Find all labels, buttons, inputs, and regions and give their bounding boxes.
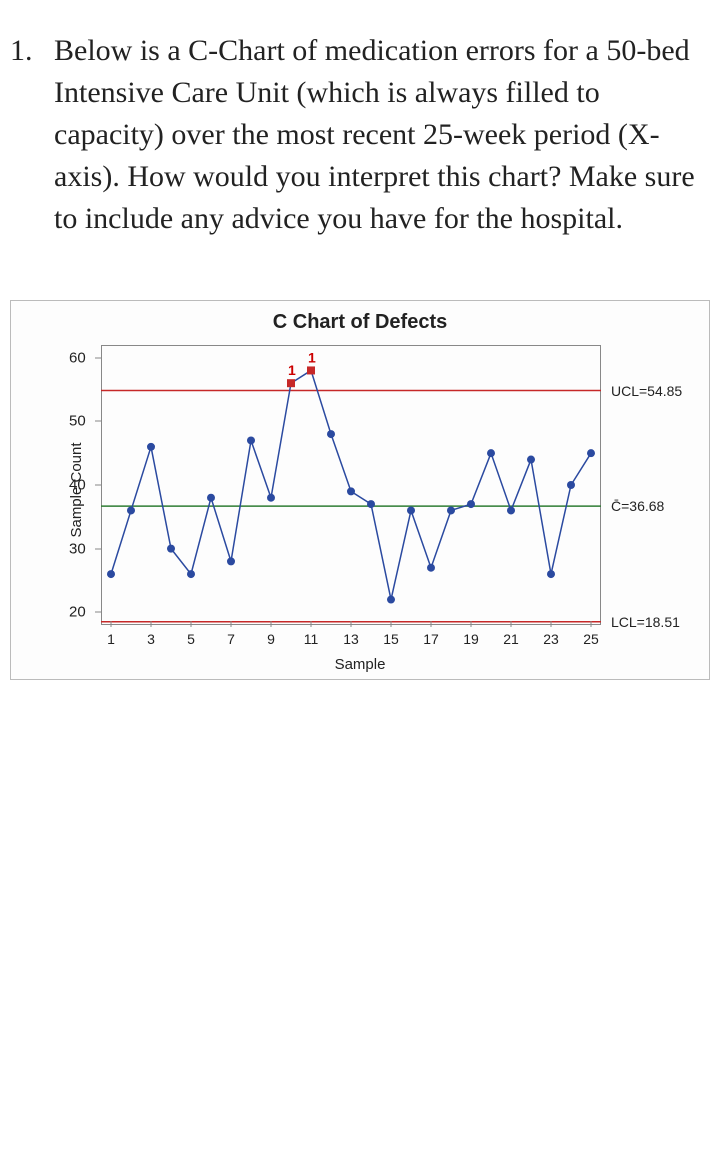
x-tick-label: 19	[463, 631, 479, 647]
x-tick-label: 11	[304, 631, 319, 647]
x-tick-label: 15	[383, 631, 399, 647]
y-tick-label: 60	[69, 349, 86, 366]
plot-area: 11	[101, 345, 601, 625]
x-tick-mark	[271, 621, 272, 627]
y-tick-mark	[95, 357, 101, 358]
outlier-point	[287, 379, 295, 387]
data-point	[587, 449, 595, 457]
x-tick-label: 7	[227, 631, 235, 647]
data-point	[127, 506, 135, 514]
y-tick-label: 30	[69, 540, 86, 557]
data-point	[167, 545, 175, 553]
question-number: 1.	[10, 30, 54, 240]
x-tick-mark	[111, 621, 112, 627]
chart-title: C Chart of Defects	[11, 301, 709, 344]
outlier-flag: 1	[308, 349, 316, 365]
data-point	[507, 506, 515, 514]
data-line	[111, 370, 591, 599]
data-point	[227, 557, 235, 565]
x-tick-mark	[551, 621, 552, 627]
data-point	[327, 430, 335, 438]
x-tick-mark	[311, 621, 312, 627]
data-point	[267, 494, 275, 502]
data-point	[527, 456, 535, 464]
center-line-label: C̄=36.68	[611, 498, 664, 514]
x-tick-mark	[511, 621, 512, 627]
data-point	[207, 494, 215, 502]
y-tick-label: 20	[69, 604, 86, 621]
data-point	[407, 506, 415, 514]
data-point	[567, 481, 575, 489]
x-tick-label: 21	[503, 631, 519, 647]
x-tick-label: 9	[267, 631, 275, 647]
x-tick-mark	[231, 621, 232, 627]
y-tick-mark	[95, 485, 101, 486]
question-item: 1. Below is a C-Chart of medication erro…	[10, 30, 716, 240]
y-tick-mark	[95, 612, 101, 613]
data-point	[467, 500, 475, 508]
data-point	[447, 506, 455, 514]
data-point	[547, 570, 555, 578]
outlier-point	[307, 366, 315, 374]
x-tick-mark	[591, 621, 592, 627]
x-tick-mark	[151, 621, 152, 627]
x-tick-label: 13	[343, 631, 359, 647]
x-tick-label: 1	[107, 631, 115, 647]
x-tick-mark	[431, 621, 432, 627]
lcl-label: LCL=18.51	[611, 614, 680, 630]
x-tick-mark	[391, 621, 392, 627]
data-point	[107, 570, 115, 578]
x-tick-label: 25	[583, 631, 599, 647]
x-tick-mark	[191, 621, 192, 627]
chart-svg: 11	[101, 345, 601, 625]
x-tick-label: 23	[543, 631, 559, 647]
data-point	[247, 436, 255, 444]
chart-container: C Chart of Defects 11 Sample Count Sampl…	[10, 300, 710, 680]
y-tick-label: 40	[69, 477, 86, 494]
data-point	[387, 596, 395, 604]
x-tick-label: 5	[187, 631, 195, 647]
ucl-label: UCL=54.85	[611, 383, 682, 399]
question-text: Below is a C-Chart of medication errors …	[54, 30, 716, 240]
x-tick-label: 3	[147, 631, 155, 647]
data-point	[187, 570, 195, 578]
x-tick-label: 17	[423, 631, 439, 647]
data-point	[427, 564, 435, 572]
data-point	[347, 487, 355, 495]
data-point	[487, 449, 495, 457]
y-tick-mark	[95, 548, 101, 549]
y-tick-mark	[95, 421, 101, 422]
y-tick-label: 50	[69, 413, 86, 430]
data-point	[367, 500, 375, 508]
x-tick-mark	[351, 621, 352, 627]
x-axis-label: Sample	[335, 656, 386, 673]
data-point	[147, 443, 155, 451]
outlier-flag: 1	[288, 362, 296, 378]
x-tick-mark	[471, 621, 472, 627]
